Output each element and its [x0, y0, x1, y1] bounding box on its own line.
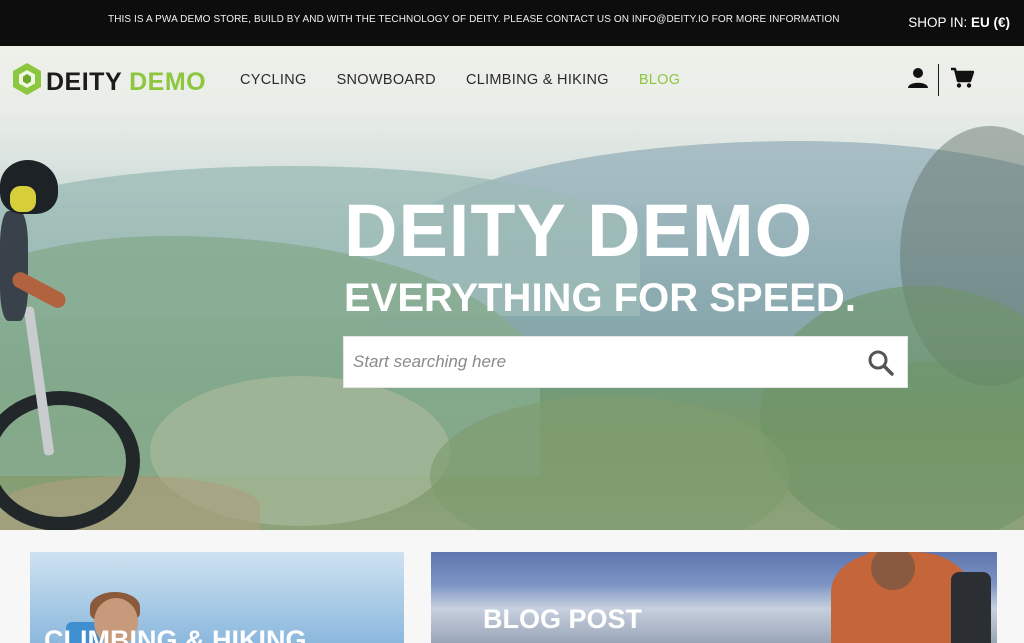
rider-body	[0, 211, 28, 321]
shop-in-selector[interactable]: SHOP IN: EU (€)	[908, 15, 1010, 30]
menu-item-blog[interactable]: BLOG	[639, 72, 681, 88]
card-backpack-image	[951, 572, 991, 643]
main-header: DEITY DEMO CYCLING SNOWBOARD CLIMBING & …	[0, 46, 1024, 114]
menu-item-cycling[interactable]: CYCLING	[240, 72, 307, 88]
search-icon[interactable]	[867, 349, 895, 377]
deity-logo-icon	[13, 63, 41, 95]
logo-word-deity: DEITY	[46, 68, 122, 96]
logo-word-demo: DEMO	[129, 68, 207, 96]
main-menu: CYCLING SNOWBOARD CLIMBING & HIKING BLOG	[240, 72, 680, 88]
logo-text: DEITY DEMO	[46, 68, 206, 97]
cart-icon[interactable]	[950, 67, 974, 89]
hero-title: DEITY DEMO	[344, 189, 814, 272]
menu-item-snowboard[interactable]: SNOWBOARD	[337, 72, 436, 88]
user-icon[interactable]	[907, 67, 929, 89]
hero-subtitle: EVERYTHING FOR SPEED.	[344, 276, 856, 320]
hero-search	[343, 336, 908, 388]
announcement-bar: THIS IS A PWA DEMO STORE, BUILD BY AND W…	[0, 0, 1024, 46]
header-divider	[938, 64, 939, 96]
shop-in-label: SHOP IN:	[908, 15, 968, 30]
category-card-climbing-hiking[interactable]: CLIMBING & HIKING	[30, 552, 404, 643]
search-input[interactable]	[344, 337, 854, 387]
card-title: CLIMBING & HIKING	[44, 625, 307, 643]
card-title: BLOG POST	[483, 604, 643, 634]
announcement-message: THIS IS A PWA DEMO STORE, BUILD BY AND W…	[108, 14, 840, 25]
menu-item-climbing-hiking[interactable]: CLIMBING & HIKING	[466, 72, 609, 88]
rider-visor	[10, 186, 36, 212]
blog-post-card[interactable]: BLOG POST	[431, 552, 997, 643]
shop-in-value: EU (€)	[970, 15, 1010, 30]
